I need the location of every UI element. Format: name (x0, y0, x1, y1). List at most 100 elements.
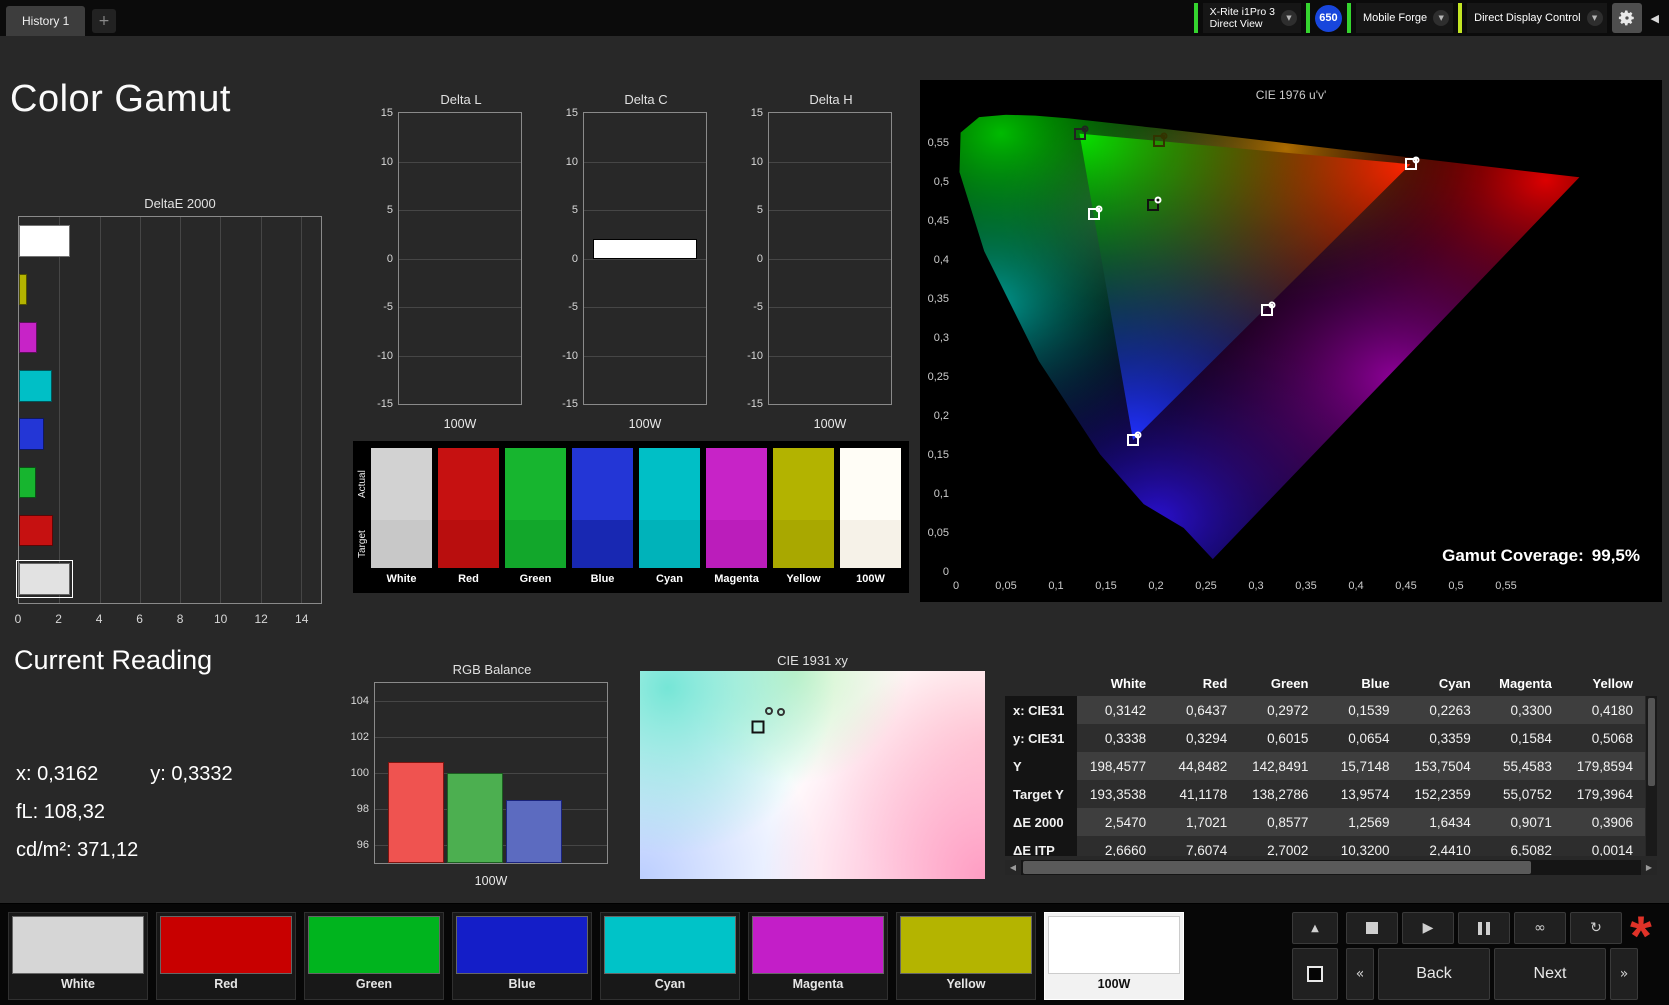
axis-tick-label: -5 (568, 301, 578, 313)
delta-h-chart: Delta H 15 10 5 0 -5 -10 -15 100W (742, 92, 894, 437)
history-tab[interactable]: History 1 (6, 6, 86, 36)
workflow-accent-bar (1458, 3, 1463, 33)
chevron-down-icon[interactable]: ▼ (1586, 10, 1603, 26)
cie1976-y-axis: 0,55 0,5 0,45 0,4 0,35 0,3 0,25 0,2 0,15 0,1 0,05 0 (920, 106, 952, 578)
axis-tick-label: 14 (295, 612, 309, 626)
table-cell: 0,4180 (1563, 696, 1645, 724)
axis-tick-label: 6 (136, 612, 143, 626)
cie76-actual-yellow (1160, 132, 1168, 140)
row-label: x: CIE31 (1005, 696, 1077, 724)
next-button[interactable]: Next (1494, 948, 1606, 1000)
delta-l-plot: 15 10 5 0 -5 -10 -15 (377, 107, 522, 410)
axis-tick-label: 96 (356, 839, 369, 851)
current-reading-xy: x: 0,3162 y: 0,3332 (16, 763, 233, 786)
gridline (769, 210, 891, 211)
field-pattern-icon (1307, 966, 1323, 982)
target-swatch (773, 520, 834, 568)
scrollbar-track[interactable] (1021, 860, 1641, 875)
scroll-right-button[interactable]: ▶ (1641, 860, 1657, 875)
patch-label: Blue (508, 977, 536, 991)
table-cell: 10,3200 (1320, 836, 1402, 856)
loop-button[interactable]: ∞ (1514, 912, 1566, 944)
axis-tick-label: 5 (386, 204, 393, 216)
delta-c-bar (592, 239, 698, 259)
cie31-square-marker (751, 720, 765, 734)
gridline (769, 161, 891, 163)
axis-tick-label: 5 (571, 204, 578, 216)
patch-label: Cyan (654, 977, 686, 991)
pause-button[interactable] (1458, 912, 1510, 944)
table-header-row: White Red Green Blue Cyan Magenta Yellow (1005, 670, 1645, 696)
table-cell: 2,6660 (1077, 836, 1159, 856)
chart-title: Delta L (440, 92, 482, 107)
scroll-left-button[interactable]: ◀ (1005, 860, 1021, 875)
column-header (1005, 670, 1077, 696)
refresh-button[interactable]: ↻ (1570, 912, 1622, 944)
swatch-column-white: White (371, 448, 432, 590)
workflow-name: Direct Display Control (1474, 12, 1581, 24)
delta-h-plot: 15 10 5 0 -5 -10 -15 (747, 107, 892, 410)
gridline (584, 307, 706, 308)
chart-title: Delta H (809, 92, 853, 107)
patch-button-red[interactable]: Red (156, 912, 296, 1000)
deltae-bar-white (19, 225, 71, 257)
cie1976-markers (956, 106, 1656, 572)
back-button[interactable]: Back (1378, 948, 1490, 1000)
axis-tick-label: 0,5 (933, 176, 949, 189)
table-vertical-scrollbar[interactable] (1646, 696, 1657, 856)
add-tab-button[interactable]: + (92, 9, 116, 33)
workflow-dropdown[interactable]: Direct Display Control ▼ (1467, 3, 1607, 33)
field-pattern-button[interactable] (1292, 948, 1338, 1000)
stop-button[interactable] (1346, 912, 1398, 944)
patch-button-yellow[interactable]: Yellow (896, 912, 1036, 1000)
chart-title: CIE 1976 u'v' (1255, 88, 1327, 102)
pattern-window-up-button[interactable]: ▲ (1292, 912, 1338, 944)
target-row-label: Target (357, 530, 368, 558)
table-cell: 0,6437 (1158, 696, 1240, 724)
table-horizontal-scrollbar[interactable]: ◀ ▶ (1005, 860, 1657, 875)
axis-tick-label: -15 (562, 398, 578, 410)
patch-button-white[interactable]: White (8, 912, 148, 1000)
actual-swatch (505, 448, 566, 520)
cie76-actual-white (1154, 196, 1162, 204)
scrollbar-thumb[interactable] (1648, 698, 1655, 786)
source-dropdown[interactable]: Mobile Forge ▼ (1355, 3, 1454, 33)
patch-button-green[interactable]: Green (304, 912, 444, 1000)
settings-button[interactable] (1611, 3, 1642, 33)
table-cell: 55,0752 (1482, 780, 1564, 808)
axis-tick-label: 0 (571, 252, 578, 265)
chevron-down-icon[interactable]: ▼ (1280, 10, 1297, 26)
page-title: Color Gamut (10, 78, 231, 120)
axis-tick-label: 0,1 (1048, 580, 1064, 592)
play-button[interactable]: ▶ (1402, 912, 1454, 944)
chevron-down-icon[interactable]: ▼ (1433, 10, 1450, 26)
chart-title: RGB Balance (452, 662, 532, 677)
chart-title: Delta C (624, 92, 668, 107)
rgb-balance-plot: 104 102 100 98 96 (351, 682, 608, 864)
x-axis-category: 100W (474, 874, 508, 888)
patch-button-magenta[interactable]: Magenta (748, 912, 888, 1000)
meter-count-badge[interactable]: 650 (1314, 4, 1342, 32)
patch-button-100w[interactable]: 100W (1044, 912, 1184, 1000)
actual-swatch (639, 448, 700, 520)
table-cell: 0,3294 (1158, 724, 1240, 752)
patch-button-cyan[interactable]: Cyan (600, 912, 740, 1000)
axis-tick-label: 2 (55, 612, 62, 626)
next-skip-button[interactable]: » (1610, 948, 1638, 1000)
swatch-label: 100W (856, 573, 885, 585)
rgb-bar-green (446, 773, 503, 863)
patch-button-blue[interactable]: Blue (452, 912, 592, 1000)
collapse-panel-button[interactable]: ◀ (1647, 12, 1663, 25)
axis-tick-label: 15 (750, 107, 763, 119)
gridline (769, 307, 891, 308)
scrollbar-thumb[interactable] (1023, 861, 1532, 874)
axis-tick-label: 10 (750, 155, 763, 168)
actual-target-swatch-strip: Actual Target White Red Green Blue Cyan Magen… (353, 441, 909, 593)
back-skip-button[interactable]: « (1346, 948, 1374, 1000)
double-right-arrow-icon: » (1619, 966, 1629, 982)
axis-tick-label: 15 (565, 107, 578, 119)
axis-tick-label: -10 (747, 349, 763, 362)
refresh-icon: ↻ (1590, 920, 1602, 936)
table-cell: 0,1539 (1320, 696, 1402, 724)
meter-dropdown[interactable]: X-Rite i1Pro 3 Direct View ▼ (1202, 3, 1301, 33)
